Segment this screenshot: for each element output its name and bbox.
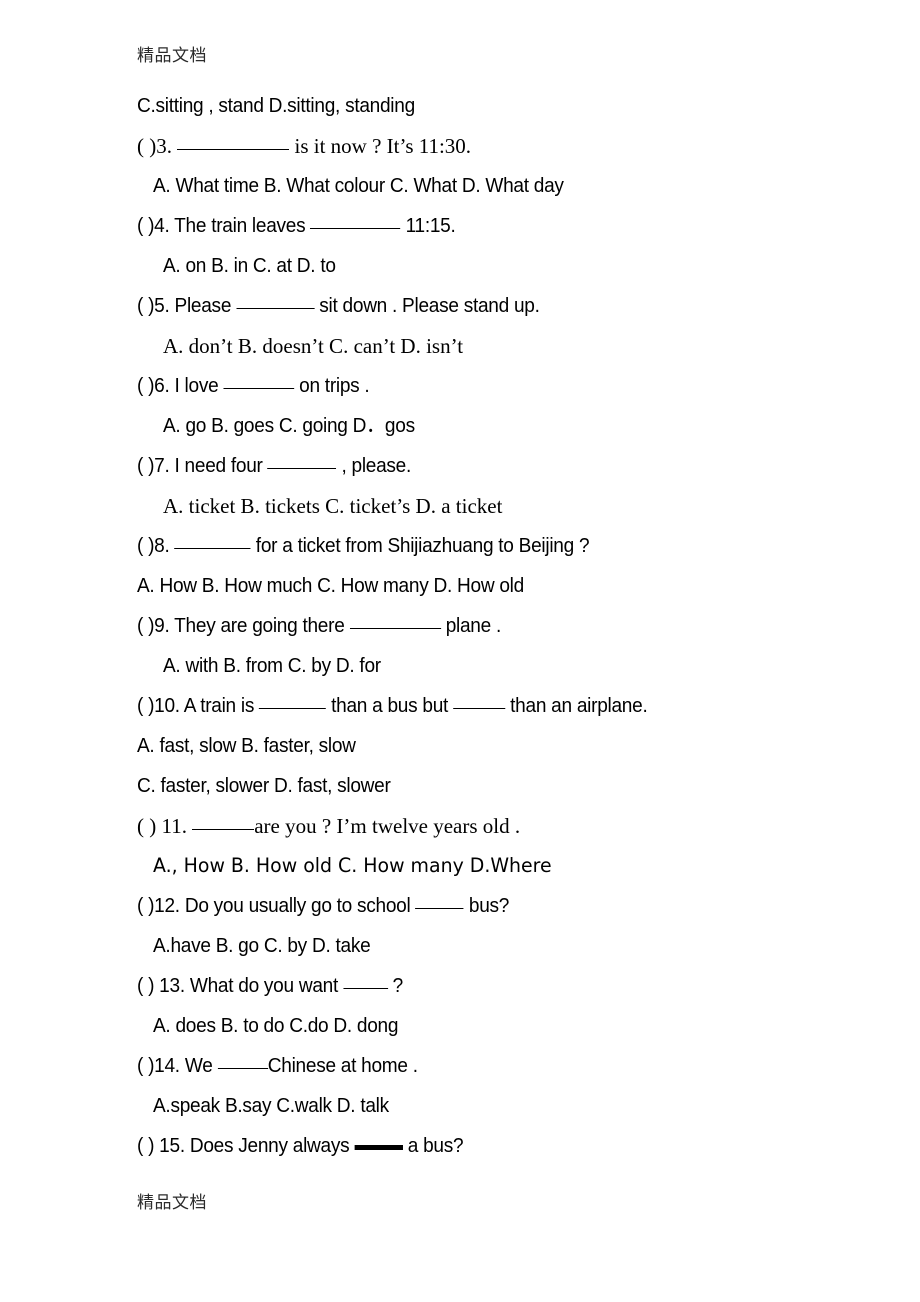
q14-stem-row: ( )14. We Chinese at home .: [137, 1046, 825, 1086]
question-15-stem: ( ) 15. Does Jenny always a bus?: [137, 1126, 877, 1166]
watermark-header: 精品文档: [137, 46, 207, 66]
q4-blank: [310, 228, 401, 229]
q7-stem-part-a: ( )7. I need four: [137, 454, 268, 477]
question-14-stem: ( )14. We Chinese at home .: [137, 1046, 877, 1086]
document-page: 精品文档 C.sitting , stand D.sitting, standi…: [0, 0, 920, 1302]
q15-blank: [354, 1145, 403, 1150]
q6-stem-row: ( )6. I love on trips .: [137, 366, 825, 406]
question-8-options: A. How B. How much C. How many D. How ol…: [137, 566, 877, 606]
q9-options-text: A. with B. from C. by D. for: [163, 654, 381, 677]
question-12-stem: ( )12. Do you usually go to school bus?: [137, 886, 877, 926]
q15-stem-part-a: ( ) 15. Does Jenny always: [137, 1134, 355, 1157]
q13-options-text: A. does B. to do C.do D. dong: [153, 1014, 399, 1037]
q13-stem-part-a: ( ) 13. What do you want: [137, 974, 344, 997]
q4-stem-part-b: 11:15.: [400, 214, 456, 237]
question-6-stem: ( )6. I love on trips .: [137, 366, 877, 406]
q14-stem-part-a: ( )14. We: [137, 1054, 218, 1077]
question-9-options: A. with B. from C. by D. for: [137, 646, 877, 686]
q3-stem-row: ( )3. is it now ? It’s 11:30.: [137, 126, 877, 166]
q15-stem-part-b: a bus?: [402, 1134, 464, 1157]
q10-stem-part-b: than a bus but: [326, 694, 454, 717]
q5-stem-part-b: sit down . Please stand up.: [314, 294, 540, 317]
question-11-options: A., How B. How old C. How many D.Where: [137, 846, 877, 886]
worksheet-body: C.sitting , stand D.sitting, standing ( …: [137, 86, 877, 1166]
q13-stem-part-b: ?: [387, 974, 404, 997]
q3-blank: [177, 149, 290, 150]
q12-stem-part-b: bus?: [463, 894, 510, 917]
q6-stem-part-a: ( )6. I love: [137, 374, 224, 397]
question-7-stem: ( )7. I need four , please.: [137, 446, 877, 486]
q10-stem-part-a: ( )10. A train is: [137, 694, 260, 717]
q4-stem-part-a: ( )4. The train leaves: [137, 214, 311, 237]
q8-options-text: A. How B. How much C. How many D. How ol…: [137, 574, 524, 597]
q9-stem-part-b: plane .: [440, 614, 502, 637]
question-4-options: A. on B. in C. at D. to: [137, 246, 877, 286]
q8-stem-row: ( )8. for a ticket from Shijiazhuang to …: [137, 526, 825, 566]
question-11-stem: ( ) 11. are you ? I’m twelve years old .: [137, 806, 877, 846]
question-8-stem: ( )8. for a ticket from Shijiazhuang to …: [137, 526, 877, 566]
watermark-footer: 精品文档: [137, 1193, 207, 1213]
question-10-stem: ( )10. A train is than a bus but than an…: [137, 686, 877, 726]
q10-stem-part-c: than an airplane.: [505, 694, 648, 717]
question-5-stem: ( )5. Please sit down . Please stand up.: [137, 286, 877, 326]
q9-stem-row: ( )9. They are going there plane .: [137, 606, 825, 646]
question-10-options-cd: C. faster, slower D. fast, slower: [137, 766, 877, 806]
q9-stem-part-a: ( )9. They are going there: [137, 614, 350, 637]
question-5-options: A. don’t B. doesn’t C. can’t D. isn’t: [137, 326, 877, 366]
q4-stem-row: ( )4. The train leaves 11:15.: [137, 206, 825, 246]
question-4-stem: ( )4. The train leaves 11:15.: [137, 206, 877, 246]
q6-options-text: A. go B. goes C. going D．gos: [163, 414, 415, 437]
q12-blank: [415, 908, 464, 909]
q11-options-text: A., How B. How old C. How many D.Where: [153, 854, 552, 877]
q5-blank: [236, 308, 315, 309]
q12-stem-row: ( )12. Do you usually go to school bus?: [137, 886, 825, 926]
q4-options-text: A. on B. in C. at D. to: [163, 254, 336, 277]
q14-options-text: A.speak B.say C.walk D. talk: [153, 1094, 389, 1117]
q10-blank-1: [259, 708, 327, 709]
q5-options-text: A. don’t B. doesn’t C. can’t D. isn’t: [163, 334, 464, 358]
q11-stem-part-b: are you ? I’m twelve years old .: [254, 814, 521, 838]
question-3-stem: ( )3. is it now ? It’s 11:30.: [137, 126, 877, 166]
q10-stem-row: ( )10. A train is than a bus but than an…: [137, 686, 825, 726]
q13-blank: [343, 988, 388, 989]
q7-options-text: A. ticket B. tickets C. ticket’s D. a ti…: [163, 494, 503, 518]
question-9-stem: ( )9. They are going there plane .: [137, 606, 877, 646]
question-14-options: A.speak B.say C.walk D. talk: [137, 1086, 877, 1126]
q7-stem-row: ( )7. I need four , please.: [137, 446, 825, 486]
question-13-options: A. does B. to do C.do D. dong: [137, 1006, 877, 1046]
q14-blank: [217, 1068, 268, 1069]
q10-blank-2: [453, 708, 506, 709]
q6-stem-part-b: on trips .: [294, 374, 370, 397]
question-13-stem: ( ) 13. What do you want ?: [137, 966, 877, 1006]
q5-stem-row: ( )5. Please sit down . Please stand up.: [137, 286, 825, 326]
q14-stem-part-b: Chinese at home .: [267, 1054, 418, 1077]
question-10-options-ab: A. fast, slow B. faster, slow: [137, 726, 877, 766]
q15-stem-row: ( ) 15. Does Jenny always a bus?: [137, 1126, 825, 1166]
question-6-options: A. go B. goes C. going D．gos: [137, 406, 877, 446]
question-2-options-line: C.sitting , stand D.sitting, standing: [137, 86, 877, 126]
q5-stem-part-a: ( )5. Please: [137, 294, 237, 317]
question-7-options: A. ticket B. tickets C. ticket’s D. a ti…: [137, 486, 877, 526]
q12-stem-part-a: ( )12. Do you usually go to school: [137, 894, 416, 917]
q7-blank: [267, 468, 337, 469]
question-3-options: A. What time B. What colour C. What D. W…: [137, 166, 877, 206]
q2-options-cd-text: C.sitting , stand D.sitting, standing: [137, 94, 415, 117]
q12-options-text: A.have B. go C. by D. take: [153, 934, 371, 957]
q3-options-text: A. What time B. What colour C. What D. W…: [153, 174, 564, 197]
q6-blank: [223, 388, 295, 389]
q8-blank: [174, 548, 251, 549]
q11-stem-part-a: ( ) 11.: [137, 814, 193, 838]
question-12-options: A.have B. go C. by D. take: [137, 926, 877, 966]
q13-stem-row: ( ) 13. What do you want ?: [137, 966, 825, 1006]
q10-options-cd-text: C. faster, slower D. fast, slower: [137, 774, 391, 797]
q3-stem-part-a: ( )3.: [137, 134, 178, 158]
q3-stem-part-b: is it now ? It’s 11:30.: [289, 134, 472, 158]
q8-stem-part-a: ( )8.: [137, 534, 175, 557]
q8-stem-part-b: for a ticket from Shijiazhuang to Beijin…: [250, 534, 590, 557]
q11-blank: [192, 829, 255, 830]
q9-blank: [349, 628, 441, 629]
q11-stem-row: ( ) 11. are you ? I’m twelve years old .: [137, 806, 877, 846]
q7-stem-part-b: , please.: [336, 454, 412, 477]
q10-options-ab-text: A. fast, slow B. faster, slow: [137, 734, 356, 757]
